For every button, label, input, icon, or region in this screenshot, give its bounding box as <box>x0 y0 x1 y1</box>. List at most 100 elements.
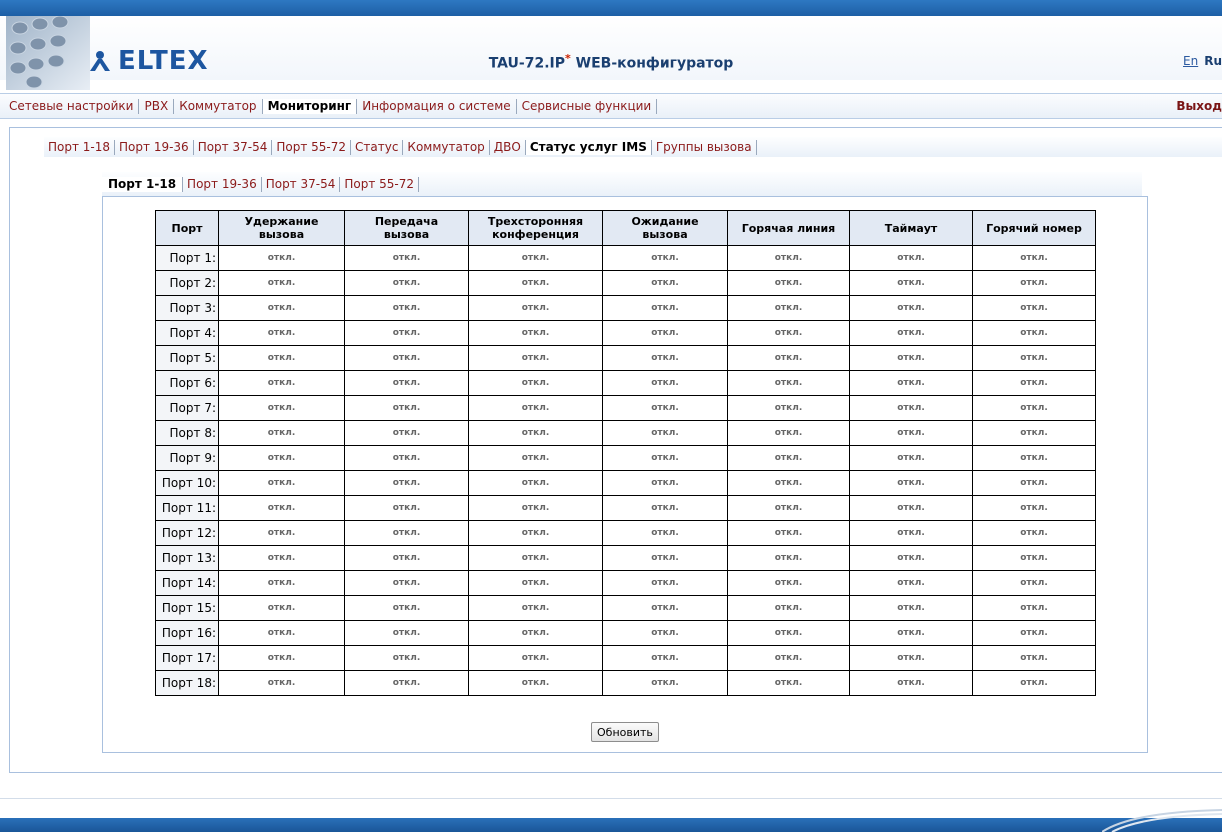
service-status-cell: откл. <box>972 395 1096 421</box>
service-status-cell: откл. <box>602 620 728 646</box>
service-status-cell: откл. <box>218 545 345 571</box>
port-label: Порт 4: <box>155 320 219 346</box>
port-label: Порт 11: <box>155 495 219 521</box>
service-status-cell: откл. <box>727 370 850 396</box>
service-status-cell: откл. <box>344 470 469 496</box>
tab-call-groups[interactable]: Группы вызова <box>652 139 757 155</box>
column-header-line1: Удержание <box>244 215 319 228</box>
service-status-cell: откл. <box>849 670 973 696</box>
tab-ports-55-72[interactable]: Порт 55-72 <box>272 139 351 155</box>
service-status-cell: откл. <box>468 620 603 646</box>
port-label: Порт 18: <box>155 670 219 696</box>
service-status-cell: откл. <box>468 370 603 396</box>
port-label: Порт 12: <box>155 520 219 546</box>
tab-ports-1-18[interactable]: Порт 1-18 <box>44 139 116 155</box>
service-status-cell: откл. <box>344 345 469 371</box>
service-status-cell: откл. <box>849 545 973 571</box>
service-status-cell: откл. <box>849 495 973 521</box>
service-status-cell: откл. <box>602 445 728 471</box>
column-header-line1: Ожидание <box>631 215 699 228</box>
service-status-cell: откл. <box>218 495 345 521</box>
port-tab-55-72[interactable]: Порт 55-72 <box>340 176 420 192</box>
service-status-cell: откл. <box>972 370 1096 396</box>
table-row: Порт 4: откл. откл. откл. откл. откл. откл. отк… <box>155 320 1096 346</box>
service-status-cell: откл. <box>602 545 728 571</box>
service-status-cell: откл. <box>468 395 603 421</box>
nav-network-settings[interactable]: Сетевые настройки <box>4 98 140 114</box>
service-status-cell: откл. <box>468 245 603 271</box>
main-nav: Сетевые настройки PBX Коммутатор Монитор… <box>0 93 1222 119</box>
nav-system-info[interactable]: Информация о системе <box>357 98 517 114</box>
service-status-cell: откл. <box>218 320 345 346</box>
column-header-line1: Порт <box>171 221 203 235</box>
service-status-cell: откл. <box>727 270 850 296</box>
port-label: Порт 3: <box>155 295 219 321</box>
service-status-cell: откл. <box>344 620 469 646</box>
nav-switch[interactable]: Коммутатор <box>174 98 263 114</box>
tab-status[interactable]: Статус <box>351 139 404 155</box>
service-status-cell: откл. <box>218 670 345 696</box>
port-label: Порт 6: <box>155 370 219 396</box>
service-status-cell: откл. <box>972 645 1096 671</box>
port-tab-37-54[interactable]: Порт 37-54 <box>262 176 341 192</box>
service-status-cell: откл. <box>849 420 973 446</box>
service-status-cell: откл. <box>344 445 469 471</box>
port-tab-19-36[interactable]: Порт 19-36 <box>183 176 262 192</box>
table-row: Порт 1: откл. откл. откл. откл. откл. откл. отк… <box>155 245 1096 271</box>
nav-monitoring[interactable]: Мониторинг <box>262 98 358 114</box>
tab-ports-37-54[interactable]: Порт 37-54 <box>194 139 273 155</box>
service-status-cell: откл. <box>972 245 1096 271</box>
service-status-cell: откл. <box>468 495 603 521</box>
port-label: Порт 5: <box>155 345 219 371</box>
service-status-cell: откл. <box>468 420 603 446</box>
service-status-cell: откл. <box>727 345 850 371</box>
port-label: Порт 13: <box>155 545 219 571</box>
tab-ims-status[interactable]: Статус услуг IMS <box>525 139 652 155</box>
service-status-cell: откл. <box>468 595 603 621</box>
lang-ru-link[interactable]: Ru <box>1204 54 1222 68</box>
table-row: Порт 11: откл. откл. откл. откл. откл. откл. от… <box>155 495 1096 521</box>
column-header: Порт <box>155 210 219 246</box>
tab-switch[interactable]: Коммутатор <box>403 139 490 155</box>
service-status-cell: откл. <box>602 520 728 546</box>
service-status-cell: откл. <box>468 320 603 346</box>
port-tab-1-18[interactable]: Порт 1-18 <box>102 176 184 192</box>
nav-service-functions[interactable]: Сервисные функции <box>517 98 658 114</box>
service-status-cell: откл. <box>218 370 345 396</box>
column-header: Трехсторонняя конференция <box>468 210 603 246</box>
nav-pbx[interactable]: PBX <box>139 98 175 114</box>
service-status-cell: откл. <box>468 445 603 471</box>
refresh-button[interactable]: Обновить <box>591 722 659 742</box>
service-status-cell: откл. <box>972 320 1096 346</box>
port-label: Порт 10: <box>155 470 219 496</box>
logout-link[interactable]: Выход <box>1176 99 1222 113</box>
footer-divider <box>0 798 1222 799</box>
port-label: Порт 15: <box>155 595 219 621</box>
service-status-cell: откл. <box>849 295 973 321</box>
service-status-cell: откл. <box>344 670 469 696</box>
lang-en-link[interactable]: En <box>1183 54 1198 68</box>
column-header: Передача вызова <box>344 210 469 246</box>
service-status-cell: откл. <box>727 320 850 346</box>
service-status-cell: откл. <box>972 495 1096 521</box>
tab-dvo[interactable]: ДВО <box>490 139 526 155</box>
port-label: Порт 9: <box>155 445 219 471</box>
service-status-cell: откл. <box>849 395 973 421</box>
service-status-cell: откл. <box>602 395 728 421</box>
table-row: Порт 9: откл. откл. откл. откл. откл. откл. отк… <box>155 445 1096 471</box>
table-row: Порт 7: откл. откл. откл. откл. откл. откл. отк… <box>155 395 1096 421</box>
service-status-cell: откл. <box>218 270 345 296</box>
table-row: Порт 6: откл. откл. откл. откл. откл. откл. отк… <box>155 370 1096 396</box>
tab-ports-19-36[interactable]: Порт 19-36 <box>115 139 194 155</box>
column-header-line2: конференция <box>492 228 579 241</box>
column-header-line1: Горячая линия <box>741 221 836 235</box>
port-label: Порт 1: <box>155 245 219 271</box>
service-status-cell: откл. <box>727 595 850 621</box>
service-status-cell: откл. <box>849 620 973 646</box>
service-status-cell: откл. <box>344 595 469 621</box>
service-status-cell: откл. <box>727 445 850 471</box>
service-status-cell: откл. <box>344 570 469 596</box>
service-status-cell: откл. <box>849 370 973 396</box>
service-status-cell: откл. <box>972 620 1096 646</box>
service-status-cell: откл. <box>849 320 973 346</box>
